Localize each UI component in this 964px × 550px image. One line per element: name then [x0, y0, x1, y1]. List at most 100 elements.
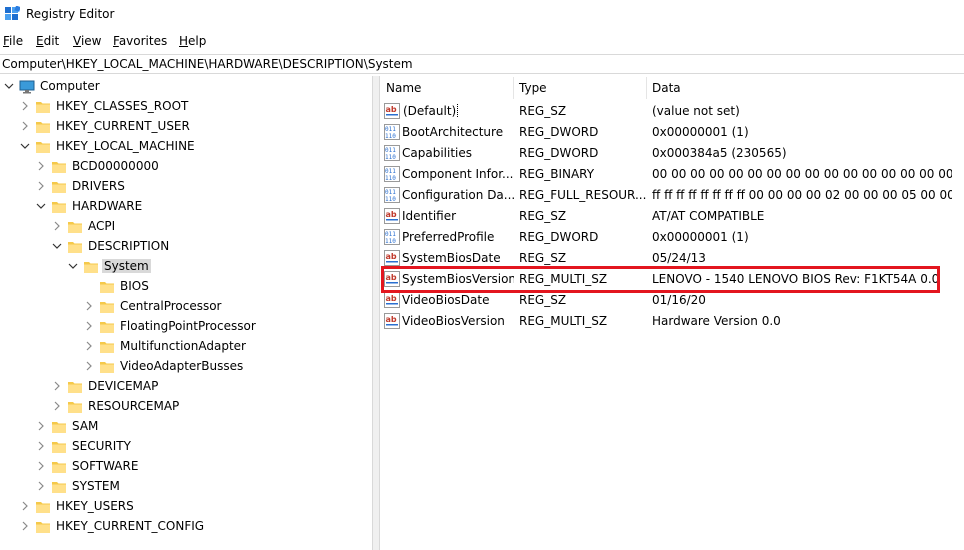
list-item[interactable]: ab Identifier REG_SZ AT/AT COMPATIBLE: [381, 206, 964, 227]
address-path[interactable]: Computer\HKEY_LOCAL_MACHINE\HARDWARE\DES…: [2, 57, 413, 71]
value-data: AT/AT COMPATIBLE: [652, 209, 765, 223]
tree-node-label: ACPI: [88, 219, 116, 233]
chevron-right-icon[interactable]: [36, 441, 46, 451]
tree-node[interactable]: Computer: [4, 77, 344, 97]
tree-node[interactable]: HKEY_CLASSES_ROOT: [20, 97, 360, 117]
chevron-right-icon[interactable]: [84, 361, 94, 371]
chevron-right-icon[interactable]: [52, 221, 62, 231]
svg-text:110: 110: [385, 196, 396, 203]
tree-node[interactable]: DRIVERS: [36, 177, 372, 197]
chevron-right-icon[interactable]: [36, 421, 46, 431]
tree-node[interactable]: HKEY_CURRENT_CONFIG: [20, 517, 360, 537]
chevron-right-icon[interactable]: [36, 161, 46, 171]
value-type: REG_BINARY: [519, 167, 595, 181]
chevron-right-icon[interactable]: [84, 321, 94, 331]
chevron-right-icon[interactable]: [20, 121, 30, 131]
column-header-name[interactable]: Name: [381, 77, 514, 99]
tree-node[interactable]: RESOURCEMAP: [52, 397, 372, 417]
folder-icon: [100, 322, 114, 333]
tree-node[interactable]: SYSTEM: [36, 477, 372, 497]
chevron-right-icon[interactable]: [36, 461, 46, 471]
list-item[interactable]: ab VideoBiosDate REG_SZ 01/16/20: [381, 290, 964, 311]
tree-node[interactable]: BCD00000000: [36, 157, 372, 177]
string-value-icon: ab: [384, 313, 400, 329]
folder-icon: [100, 362, 114, 373]
value-name: Configuration Da...: [402, 188, 514, 202]
tree-node-label: BCD00000000: [72, 159, 159, 173]
tree-node[interactable]: ACPI: [52, 217, 372, 237]
chevron-right-icon[interactable]: [36, 181, 46, 191]
tree-node[interactable]: SOFTWARE: [36, 457, 372, 477]
list-item[interactable]: 011 110 Capabilities REG_DWORD 0x000384a5 (2…: [381, 143, 964, 164]
chevron-right-icon[interactable]: [36, 481, 46, 491]
tree-pane[interactable]: Computer HKEY_CLASSES_ROOT HKEY_CURRENT_US…: [0, 77, 372, 550]
list-item[interactable]: ab SystemBiosDate REG_SZ 05/24/13: [381, 248, 964, 269]
value-type: REG_FULL_RESOUR...: [519, 188, 647, 202]
tree-node[interactable]: SAM: [36, 417, 372, 437]
chevron-right-icon[interactable]: [52, 401, 62, 411]
chevron-down-icon[interactable]: [20, 141, 30, 151]
chevron-down-icon[interactable]: [68, 261, 78, 271]
binary-value-icon: 011110: [384, 145, 400, 161]
list-item[interactable]: 011 110 BootArchitecture REG_DWORD 0x0000000…: [381, 122, 964, 143]
pane-splitter[interactable]: [372, 76, 380, 550]
value-name-text: (Default): [402, 104, 459, 118]
tree-node[interactable]: FloatingPointProcessor: [84, 317, 372, 337]
tree-node[interactable]: HARDWARE: [36, 197, 372, 217]
chevron-right-icon[interactable]: [20, 101, 30, 111]
value-name: SystemBiosDate: [402, 251, 501, 265]
tree-node[interactable]: System: [68, 257, 372, 277]
value-name: BootArchitecture: [402, 125, 504, 139]
list-item[interactable]: 011 110 Configuration Da... REG_FULL_RESOUR…: [381, 185, 964, 206]
tree-node-label: MultifunctionAdapter: [120, 339, 246, 353]
svg-text:ab: ab: [386, 315, 397, 324]
tree-node[interactable]: SECURITY: [36, 437, 372, 457]
tree-node[interactable]: CentralProcessor: [84, 297, 372, 317]
value-data: LENOVO - 1540 LENOVO BIOS Rev: F1KT54A 0…: [652, 272, 940, 286]
menu-edit[interactable]: Edit: [36, 34, 59, 48]
values-list[interactable]: Name Type Data ab (Default) REG_SZ (value n…: [381, 77, 964, 550]
chevron-right-icon[interactable]: [52, 381, 62, 391]
value-data: 01/16/20: [652, 293, 706, 307]
folder-icon: [100, 342, 114, 353]
value-type: REG_SZ: [519, 104, 567, 118]
list-item[interactable]: ab VideoBiosVersion REG_MULTI_SZ Hardware V…: [381, 311, 964, 332]
column-header-data[interactable]: Data: [647, 77, 964, 99]
tree-node[interactable]: BIOS: [84, 277, 372, 297]
list-item-highlighted[interactable]: ab SystemBiosVersion REG_MULTI_SZ LENOVO - …: [381, 269, 964, 290]
menu-favorites[interactable]: Favorites: [113, 34, 167, 48]
value-type: REG_SZ: [519, 293, 567, 307]
tree-node[interactable]: HKEY_USERS: [20, 497, 360, 517]
list-item[interactable]: 011 110 PreferredProfile REG_DWORD 0x0000000…: [381, 227, 964, 248]
binary-value-icon: 011110: [384, 187, 400, 203]
address-bar[interactable]: Computer\HKEY_LOCAL_MACHINE\HARDWARE\DES…: [0, 54, 964, 74]
tree-node[interactable]: MultifunctionAdapter: [84, 337, 372, 357]
tree-node[interactable]: HKEY_LOCAL_MACHINE: [20, 137, 360, 157]
tree-node-label: VideoAdapterBusses: [120, 359, 244, 373]
tree-node[interactable]: DESCRIPTION: [52, 237, 372, 257]
list-item[interactable]: ab (Default) REG_SZ (value not set): [381, 101, 964, 122]
chevron-right-icon[interactable]: [84, 341, 94, 351]
folder-icon: [68, 222, 82, 233]
chevron-down-icon[interactable]: [52, 241, 62, 251]
chevron-down-icon[interactable]: [36, 201, 46, 211]
list-item[interactable]: 011 110 Component Infor... REG_BINARY 00 00 …: [381, 164, 964, 185]
menu-view[interactable]: View: [73, 34, 101, 48]
value-name: VideoBiosVersion: [402, 314, 505, 328]
tree-node[interactable]: VideoAdapterBusses: [84, 357, 372, 377]
folder-icon: [36, 122, 50, 133]
menu-help[interactable]: Help: [179, 34, 206, 48]
chevron-right-icon[interactable]: [84, 301, 94, 311]
value-name: Component Infor...: [402, 167, 514, 181]
window-title: Registry Editor: [26, 7, 115, 21]
folder-icon: [52, 442, 66, 453]
column-header-type[interactable]: Type: [514, 77, 647, 99]
binary-value-icon: 011110: [384, 124, 400, 140]
tree-node[interactable]: DEVICEMAP: [52, 377, 372, 397]
chevron-right-icon[interactable]: [20, 501, 30, 511]
value-type: REG_SZ: [519, 209, 567, 223]
tree-node[interactable]: HKEY_CURRENT_USER: [20, 117, 360, 137]
chevron-down-icon[interactable]: [4, 81, 14, 91]
chevron-right-icon[interactable]: [20, 521, 30, 531]
menu-file[interactable]: File: [3, 34, 23, 48]
